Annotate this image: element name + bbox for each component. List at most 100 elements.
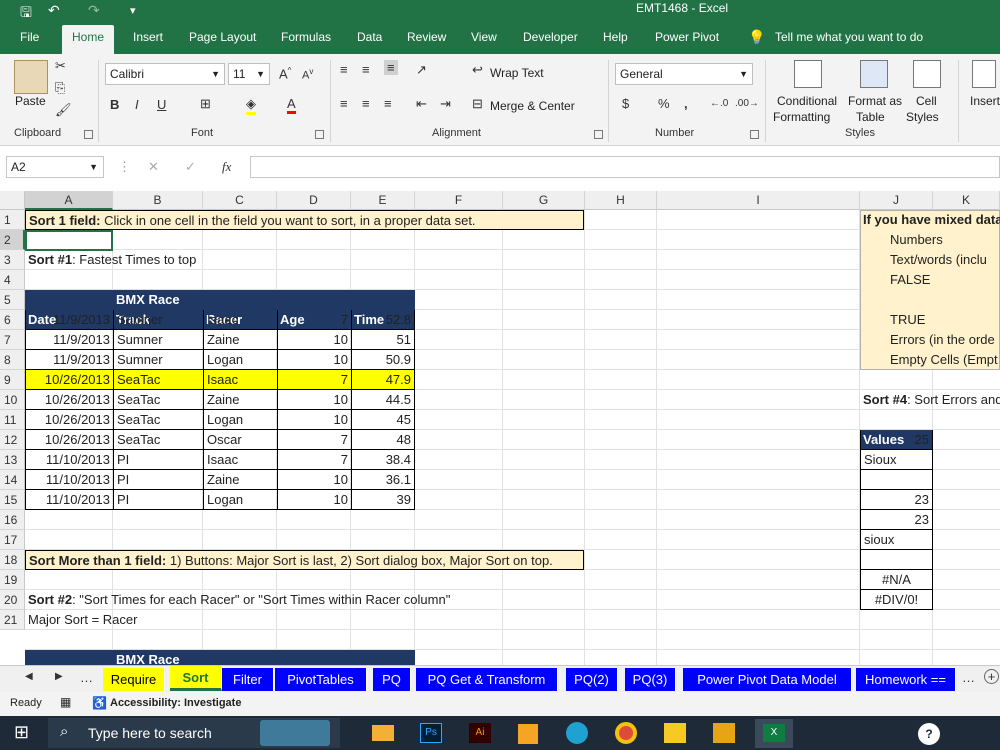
tab-file[interactable]: File <box>20 22 39 54</box>
store-icon[interactable] <box>518 724 538 744</box>
table-cell-age[interactable]: 10 <box>277 470 351 490</box>
table-cell-time[interactable]: 45 <box>351 410 415 430</box>
font-name-dropdown[interactable]: Calibri ▼ <box>105 63 225 85</box>
table-cell-racer[interactable]: Zaine <box>203 470 277 490</box>
row-header-18[interactable]: 18 <box>0 550 25 570</box>
align-center-icon[interactable]: ≡ <box>362 96 370 111</box>
tab-insert[interactable]: Insert <box>133 22 163 54</box>
table-cell-track[interactable]: PI <box>113 470 203 490</box>
cancel-icon[interactable]: ✕ <box>148 159 159 175</box>
file-explorer-icon[interactable] <box>372 725 394 741</box>
table-cell-age[interactable]: 10 <box>277 330 351 350</box>
font-size-dropdown[interactable]: 11 ▼ <box>228 63 270 85</box>
tab-home[interactable]: Home <box>62 25 115 54</box>
format-as-table-button[interactable]: Format as <box>848 94 902 108</box>
tell-me-search[interactable]: Tell me what you want to do <box>775 22 923 54</box>
help-icon[interactable]: ? <box>918 723 940 745</box>
row-header-1[interactable]: 1 <box>0 210 25 230</box>
table-cell-racer[interactable]: Zaine <box>203 390 277 410</box>
column-header-j[interactable]: J <box>860 191 933 210</box>
row-header-8[interactable]: 8 <box>0 350 25 370</box>
table-cell-racer[interactable]: Isaac <box>203 310 277 330</box>
table-cell-date[interactable]: 11/10/2013 <box>25 470 113 490</box>
clipboard-launcher[interactable] <box>84 130 93 139</box>
table-cell-time[interactable]: 47.9 <box>351 370 415 390</box>
column-header-e[interactable]: E <box>351 191 415 210</box>
customize-toolbar-icon[interactable]: ▾ <box>130 4 136 17</box>
paste-button[interactable]: Paste <box>15 94 46 108</box>
tab-power-pivot[interactable]: Power Pivot <box>655 22 719 54</box>
decrease-font-icon[interactable]: Av <box>302 67 313 82</box>
table-cell-track[interactable]: SeaTac <box>113 410 203 430</box>
wrap-text-button[interactable]: Wrap Text <box>490 66 544 80</box>
align-middle-icon[interactable]: ≡ <box>362 62 370 77</box>
tab-data[interactable]: Data <box>357 22 382 54</box>
row-header-2[interactable]: 2 <box>0 230 25 250</box>
row-header-7[interactable]: 7 <box>0 330 25 350</box>
worksheet-grid[interactable]: ABCDEFGHIJK 1 2 3 4 5 6 7 8 9 10 11 12 13 14 15 16 17 18 1… <box>0 191 1000 665</box>
macro-record-icon[interactable]: ▦ <box>60 695 71 709</box>
table-cell-date[interactable]: 10/26/2013 <box>25 430 113 450</box>
table-cell-racer[interactable]: Isaac <box>203 370 277 390</box>
values-cell[interactable]: 23 <box>860 510 933 530</box>
table-cell-racer[interactable]: Logan <box>203 410 277 430</box>
font-launcher[interactable] <box>315 130 324 139</box>
wrap-text-icon[interactable]: ↩ <box>472 62 483 78</box>
table-cell-time[interactable]: 48 <box>351 430 415 450</box>
powerbi-icon[interactable] <box>713 723 735 743</box>
table-cell-time[interactable]: 36.1 <box>351 470 415 490</box>
format-painter-icon[interactable]: 🖌 <box>55 102 72 118</box>
tab-formulas[interactable]: Formulas <box>281 22 331 54</box>
decrease-decimal-icon[interactable]: .00→ <box>735 98 759 109</box>
table-cell-age[interactable]: 7 <box>277 430 351 450</box>
table-cell-age[interactable]: 10 <box>277 350 351 370</box>
row-header-19[interactable]: 19 <box>0 570 25 590</box>
tab-page-layout[interactable]: Page Layout <box>189 22 256 54</box>
currency-button[interactable]: $ <box>622 96 629 111</box>
table-cell-date[interactable]: 11/9/2013 <box>25 310 113 330</box>
row-header-6[interactable]: 6 <box>0 310 25 330</box>
table-cell-track[interactable]: SeaTac <box>113 390 203 410</box>
table-cell-age[interactable]: 10 <box>277 410 351 430</box>
paste-icon[interactable] <box>14 60 48 94</box>
column-header-g[interactable]: G <box>503 191 585 210</box>
column-header-k[interactable]: K <box>933 191 1000 210</box>
table-cell-racer[interactable]: Zaine <box>203 330 277 350</box>
merge-icon[interactable]: ⊟ <box>472 96 483 112</box>
table-cell-track[interactable]: PI <box>113 490 203 510</box>
insert-function-button[interactable]: fx <box>222 159 231 175</box>
new-sheet-icon[interactable]: + <box>984 669 999 684</box>
values-cell[interactable]: 25 <box>860 430 933 450</box>
insert-button[interactable]: Insert <box>970 94 1000 108</box>
table-cell-racer[interactable]: Oscar <box>203 430 277 450</box>
table-cell-time[interactable]: 44.5 <box>351 390 415 410</box>
row-header-17[interactable]: 17 <box>0 530 25 550</box>
increase-font-icon[interactable]: A^ <box>279 66 291 81</box>
underline-button[interactable]: U <box>157 97 166 112</box>
increase-decimal-icon[interactable]: ←.0 <box>710 98 728 109</box>
row-header-4[interactable]: 4 <box>0 270 25 290</box>
sheet-tab-sort[interactable]: Sort <box>170 666 222 691</box>
table-cell-time[interactable]: 50.9 <box>351 350 415 370</box>
table-cell-age[interactable]: 10 <box>277 490 351 510</box>
row-header-3[interactable]: 3 <box>0 250 25 270</box>
table-cell-time[interactable]: 38.4 <box>351 450 415 470</box>
sheet-tab-pq[interactable]: PQ <box>373 668 411 691</box>
chrome-icon[interactable] <box>615 722 637 744</box>
comma-button[interactable]: , <box>684 96 688 111</box>
table-cell-age[interactable]: 7 <box>277 310 351 330</box>
table-cell-track[interactable]: PI <box>113 450 203 470</box>
formula-input[interactable] <box>250 156 1000 178</box>
column-header-h[interactable]: H <box>585 191 657 210</box>
sheet-tab-pq-2[interactable]: PQ(2) <box>566 668 618 691</box>
table-cell-date[interactable]: 10/26/2013 <box>25 410 113 430</box>
table-cell-age[interactable]: 7 <box>277 370 351 390</box>
scroll-right-icon[interactable]: ▶ <box>55 671 63 682</box>
column-header-a[interactable]: A <box>25 191 113 210</box>
edge-icon[interactable] <box>566 722 588 744</box>
redo-icon[interactable]: ↷ <box>88 2 100 19</box>
row-header-13[interactable]: 13 <box>0 450 25 470</box>
orientation-icon[interactable]: ↗ <box>416 62 427 78</box>
column-header-i[interactable]: I <box>657 191 860 210</box>
tab-review[interactable]: Review <box>407 22 446 54</box>
